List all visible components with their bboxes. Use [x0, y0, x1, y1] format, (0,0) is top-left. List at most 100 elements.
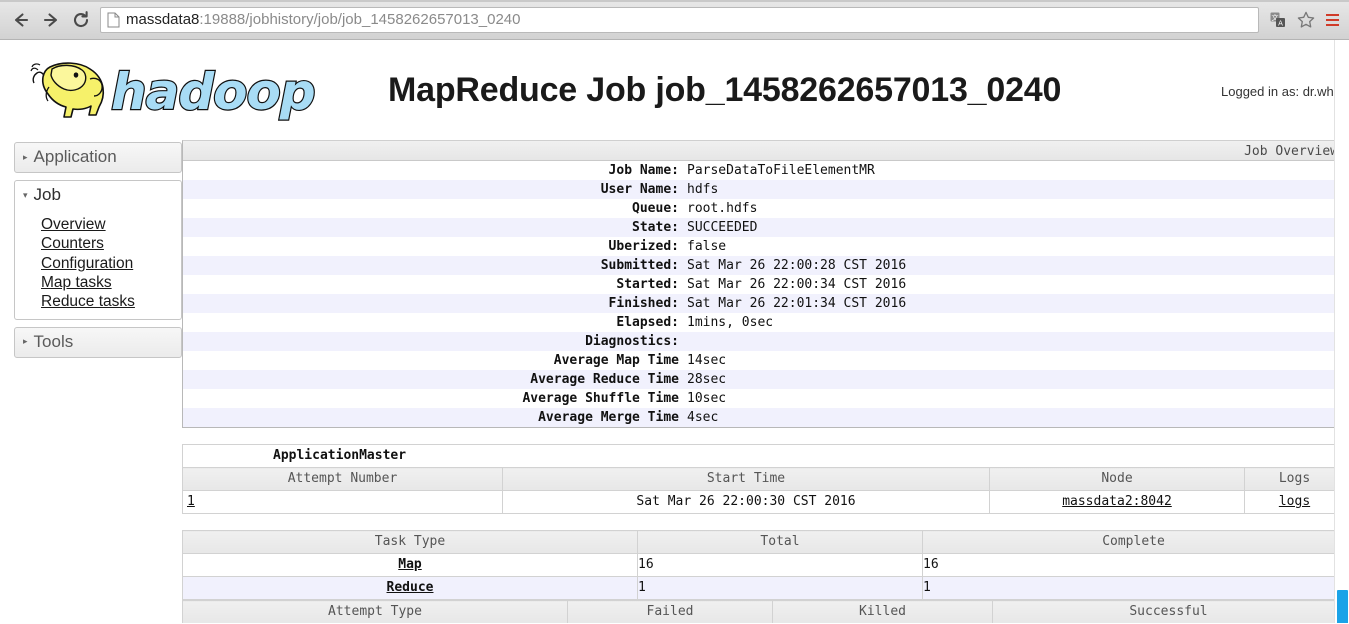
sidebar-link-map-tasks[interactable]: Map tasks: [15, 273, 181, 292]
job-overview-panel: Job Overview Job Name: ParseDataToFileEle…: [182, 140, 1345, 428]
reload-icon: [73, 10, 89, 27]
row-value: ParseDataToFileElementMR: [687, 163, 875, 178]
chevron-right-icon: ▸: [23, 336, 28, 347]
browser-menu-button[interactable]: [1321, 5, 1343, 35]
reload-button[interactable]: [66, 5, 96, 35]
sidebar-link-configuration[interactable]: Configuration: [15, 254, 181, 273]
column-header-attempt-number: Attempt Number: [182, 467, 503, 491]
row-value: SUCCEEDED: [687, 220, 758, 235]
attempt-number-cell: 1: [182, 490, 503, 514]
table-row: ApplicationMaster: [182, 444, 1345, 468]
table-row: State: SUCCEEDED: [183, 218, 1344, 237]
page-document-icon: [107, 12, 120, 27]
site-header: hadoop MapReduce Job job_1458262657013_0…: [0, 40, 1349, 140]
row-label: Job Name:: [608, 163, 679, 178]
hadoop-wordmark: hadoop: [110, 62, 317, 122]
scrollbar-thumb[interactable]: [1337, 590, 1348, 624]
sidebar-item-application[interactable]: ▸ Application: [14, 142, 182, 173]
row-value: root.hdfs: [687, 201, 758, 216]
row-value: 10sec: [687, 391, 727, 406]
map-tasks-link[interactable]: Map: [398, 557, 421, 572]
address-bar-text: massdata8:19888/jobhistory/job/job_14582…: [126, 11, 521, 28]
sidebar-item-tools[interactable]: ▸ Tools: [14, 326, 182, 358]
node-cell: massdata2:8042: [989, 490, 1245, 514]
row-value: hdfs: [687, 182, 719, 197]
back-button[interactable]: [6, 5, 36, 35]
application-master-table: ApplicationMaster Attempt Number Start T…: [182, 444, 1345, 514]
row-value: 14sec: [687, 353, 727, 368]
attempt-number-link[interactable]: 1: [187, 494, 195, 509]
forward-button[interactable]: [36, 5, 66, 35]
chevron-down-icon: ▾: [23, 189, 28, 200]
row-value: Sat Mar 26 22:00:34 CST 2016: [687, 277, 907, 292]
sidebar-item-job[interactable]: ▾ Job: [14, 180, 182, 210]
reduce-tasks-link[interactable]: Reduce: [387, 580, 434, 595]
table-row: Started: Sat Mar 26 22:00:34 CST 2016: [183, 275, 1344, 294]
column-header-killed: Killed: [772, 600, 993, 624]
url-host: massdata8: [126, 11, 200, 28]
row-value: Sat Mar 26 22:01:34 CST 2016: [687, 296, 907, 311]
page-body: Logged in as: dr.who hadoop MapReduce Jo…: [0, 40, 1349, 624]
table-row: Average Map Time 14sec: [183, 351, 1344, 370]
column-header-node: Node: [989, 467, 1245, 491]
sidebar-group-job: ▾ Job Overview Counters Configuration Ma…: [14, 180, 182, 320]
sidebar-link-reduce-tasks[interactable]: Reduce tasks: [15, 292, 181, 311]
sidebar-link-overview[interactable]: Overview: [15, 215, 181, 234]
task-complete-cell: 1: [922, 576, 1345, 600]
row-label: Started:: [616, 277, 679, 292]
bookmark-button[interactable]: [1293, 7, 1319, 33]
translate-button[interactable]: 文 A: [1265, 7, 1291, 33]
task-complete-cell: 16: [922, 553, 1345, 577]
svg-text:A: A: [1278, 19, 1283, 27]
row-value: false: [687, 239, 727, 254]
attempt-summary-table: Attempt Type Failed Killed Successful Ma…: [182, 600, 1345, 624]
column-header-total: Total: [637, 530, 923, 554]
table-row: Diagnostics:: [183, 332, 1344, 351]
task-total-cell: 1: [637, 576, 923, 600]
sidebar-link-counters[interactable]: Counters: [15, 234, 181, 253]
column-header-attempt-type: Attempt Type: [182, 600, 568, 624]
table-header-row: Task Type Total Complete: [182, 530, 1345, 554]
application-master-title: ApplicationMaster: [182, 444, 1345, 468]
sidebar-item-label: Job: [33, 185, 61, 204]
node-link[interactable]: massdata2:8042: [1062, 494, 1172, 509]
table-row: Average Merge Time 4sec: [183, 408, 1344, 427]
table-row: 1 Sat Mar 26 22:00:30 CST 2016 massdata2…: [182, 490, 1345, 514]
table-row: Queue: root.hdfs: [183, 199, 1344, 218]
hamburger-menu-icon: [1325, 13, 1339, 16]
row-label: State:: [632, 220, 679, 235]
table-row: Uberized: false: [183, 237, 1344, 256]
task-type-cell: Reduce: [182, 576, 638, 600]
sidebar-job-links: Overview Counters Configuration Map task…: [14, 210, 182, 320]
row-label: Average Map Time: [553, 353, 679, 368]
sidebar-group-application: ▸ Application: [14, 142, 182, 173]
url-path: :19888/jobhistory/job/job_1458262657013_…: [199, 11, 521, 28]
table-row: User Name: hdfs: [183, 180, 1344, 199]
job-overview-table: Job Name: ParseDataToFileElementMR User N…: [183, 161, 1344, 427]
address-bar[interactable]: massdata8:19888/jobhistory/job/job_14582…: [100, 6, 1259, 33]
row-value: [683, 332, 1344, 351]
row-value: 28sec: [687, 372, 727, 387]
row-value: Sat Mar 26 22:00:28 CST 2016: [687, 258, 907, 273]
table-row: Finished: Sat Mar 26 22:01:34 CST 2016: [183, 294, 1344, 313]
table-row: Average Shuffle Time 10sec: [183, 389, 1344, 408]
browser-toolbar: massdata8:19888/jobhistory/job/job_14582…: [0, 0, 1349, 40]
task-type-cell: Map: [182, 553, 638, 577]
column-header-complete: Complete: [922, 530, 1345, 554]
logs-link[interactable]: logs: [1279, 494, 1310, 509]
row-label: Queue:: [632, 201, 679, 216]
column-header-successful: Successful: [992, 600, 1345, 624]
row-label: Average Merge Time: [538, 410, 679, 425]
forward-arrow-icon: [43, 12, 58, 27]
row-label: Elapsed:: [616, 315, 679, 330]
column-header-start-time: Start Time: [502, 467, 990, 491]
column-header-logs: Logs: [1244, 467, 1345, 491]
row-label: Average Shuffle Time: [522, 391, 679, 406]
row-label: Diagnostics:: [585, 334, 679, 349]
logged-in-label: Logged in as: dr.who: [1221, 84, 1341, 99]
sidebar-item-label: Application: [33, 147, 117, 166]
start-time-cell: Sat Mar 26 22:00:30 CST 2016: [502, 490, 990, 514]
row-label: Uberized:: [608, 239, 679, 254]
vertical-scrollbar[interactable]: [1334, 40, 1349, 624]
row-label: Average Reduce Time: [530, 372, 679, 387]
